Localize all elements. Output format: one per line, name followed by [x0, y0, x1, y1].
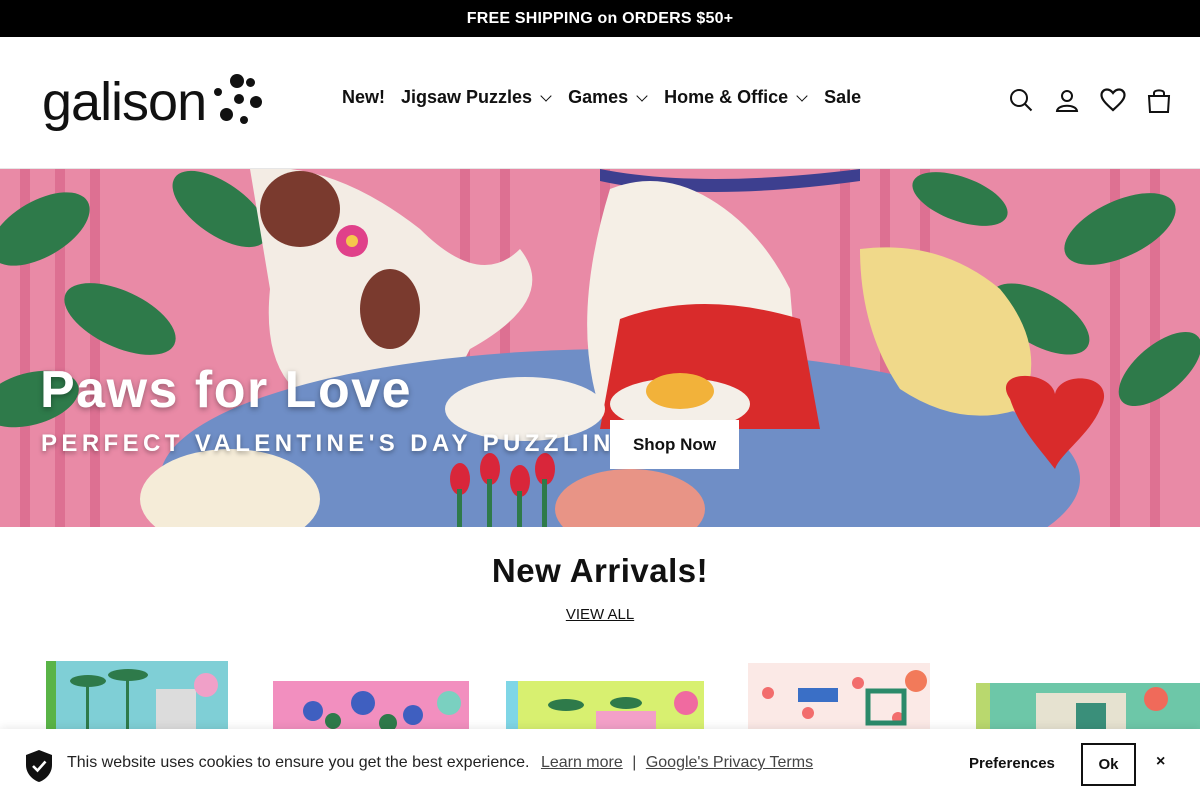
- link-separator: |: [632, 754, 637, 771]
- nav-item-label: New!: [342, 87, 386, 107]
- search-icon[interactable]: [1008, 87, 1034, 113]
- product-image: [46, 661, 228, 735]
- product-card[interactable]: [748, 663, 930, 735]
- product-image: [748, 663, 930, 735]
- shop-now-button[interactable]: Shop Now: [610, 420, 739, 469]
- nav-item-label: Home & Office: [664, 87, 789, 107]
- chevron-down-icon: [636, 89, 648, 102]
- cookie-banner: This website uses cookies to ensure you …: [0, 729, 1200, 800]
- preferences-button[interactable]: Preferences: [969, 755, 1055, 772]
- logo-dots-icon: [212, 72, 264, 132]
- nav-item-new[interactable]: New!: [342, 87, 385, 108]
- wishlist-heart-icon[interactable]: [1100, 87, 1126, 113]
- close-icon[interactable]: ×: [1156, 753, 1165, 771]
- chevron-down-icon: [540, 89, 552, 102]
- hero-illustration: [0, 169, 1200, 527]
- logo[interactable]: galison: [42, 71, 264, 133]
- shield-check-icon: [24, 749, 54, 788]
- cart-bag-icon[interactable]: [1146, 87, 1172, 113]
- product-image: [273, 681, 469, 735]
- hero-subtitle: PERFECT VALENTINE'S DAY PUZZLING: [41, 430, 638, 457]
- announcement-text: FREE SHIPPING on ORDERS $50+: [466, 9, 734, 27]
- hero-title: Paws for Love: [40, 361, 413, 419]
- product-card[interactable]: [506, 681, 704, 735]
- nav-item-games[interactable]: Games: [568, 87, 648, 108]
- product-card[interactable]: [976, 683, 1200, 735]
- cookie-message-text: This website uses cookies to ensure you …: [67, 754, 530, 771]
- nav-item-label: Games: [568, 87, 629, 107]
- account-icon[interactable]: [1054, 87, 1080, 113]
- nav-item-sale[interactable]: Sale: [824, 87, 861, 108]
- view-all-link-wrapper: VIEW ALL: [0, 606, 1200, 623]
- product-card[interactable]: [273, 681, 469, 735]
- header-icons: [1008, 87, 1172, 113]
- product-image: [506, 681, 704, 735]
- ok-button[interactable]: Ok: [1081, 743, 1136, 786]
- section-title-new-arrivals: New Arrivals!: [491, 552, 709, 589]
- logo-text: galison: [42, 72, 207, 132]
- chevron-down-icon: [796, 89, 808, 102]
- announcement-bar: FREE SHIPPING on ORDERS $50+: [0, 0, 1200, 37]
- view-all-link[interactable]: VIEW ALL: [566, 606, 634, 623]
- privacy-terms-link[interactable]: Google's Privacy Terms: [646, 754, 813, 771]
- nav-item-label: Jigsaw Puzzles: [401, 87, 533, 107]
- nav-item-home-office[interactable]: Home & Office: [664, 87, 808, 108]
- main-nav: New! Jigsaw Puzzles Games Home & Office …: [342, 87, 861, 108]
- product-image: [976, 683, 1200, 735]
- site-header: galison New! Jigsaw Puzzles Games Home &…: [0, 37, 1200, 169]
- hero-banner[interactable]: Paws for Love PERFECT VALENTINE'S DAY PU…: [0, 169, 1200, 527]
- nav-item-jigsaw-puzzles[interactable]: Jigsaw Puzzles: [401, 87, 552, 108]
- product-card[interactable]: [46, 661, 228, 735]
- nav-item-label: Sale: [824, 87, 862, 107]
- cookie-message: This website uses cookies to ensure you …: [67, 754, 813, 772]
- learn-more-link[interactable]: Learn more: [541, 754, 623, 771]
- product-row: [0, 655, 1200, 735]
